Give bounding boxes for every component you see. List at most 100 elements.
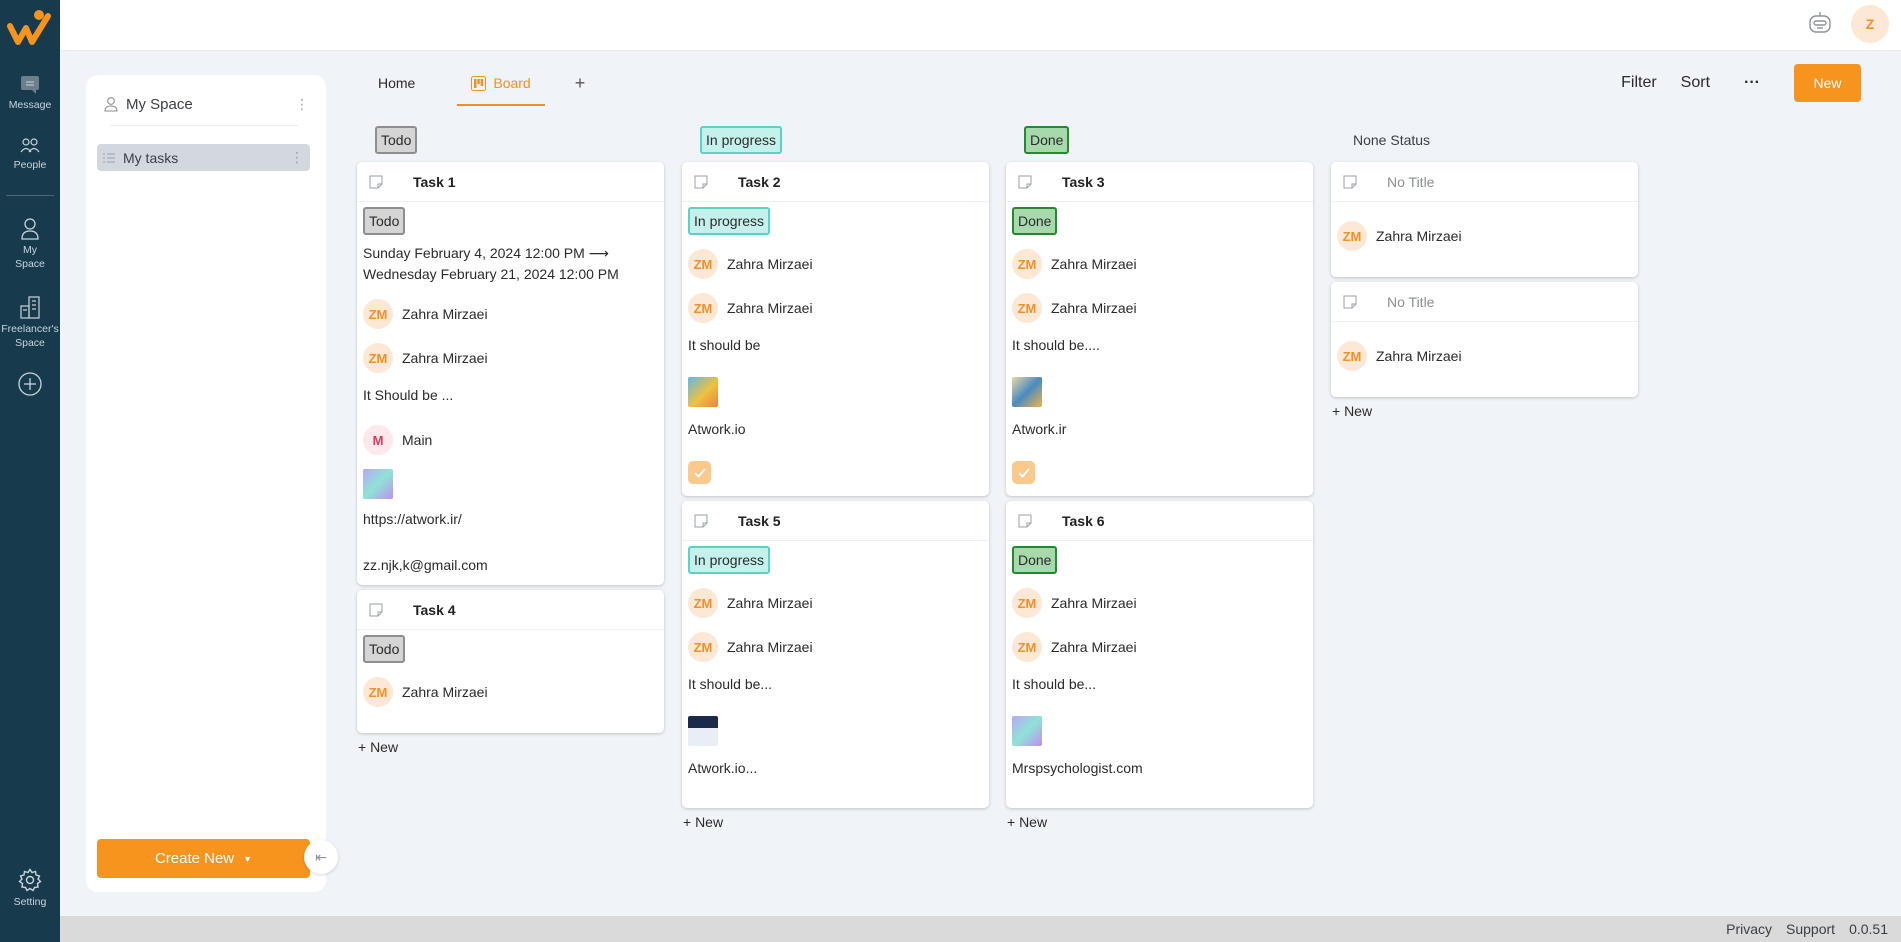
avatar: ZM xyxy=(1012,249,1042,279)
collapse-panel-button[interactable]: ⇤ xyxy=(304,840,338,874)
assignee-name: Zahra Mirzaei xyxy=(1051,639,1137,655)
card-header: No Title xyxy=(1331,162,1638,202)
support-link[interactable]: Support xyxy=(1786,921,1835,937)
kebab-menu-icon[interactable]: ⋮ xyxy=(290,147,304,167)
card-link[interactable]: Atwork.io... xyxy=(688,760,983,776)
rail-label: Freelancer's Space xyxy=(1,323,59,349)
card-link[interactable]: Mrspsychologist.com xyxy=(1012,760,1307,776)
panel-item-label: My tasks xyxy=(123,149,179,166)
checkbox-checked[interactable] xyxy=(1012,461,1035,484)
add-view-button[interactable]: + xyxy=(567,60,594,106)
assignee[interactable]: ZM Zahra Mirzaei xyxy=(1337,341,1632,371)
assignee[interactable]: ZM Zahra Mirzaei xyxy=(363,677,658,707)
task-card[interactable]: Task 1 Todo Sunday February 4, 2024 12:00 … xyxy=(357,162,664,585)
board-column: Done Task 3 Done ZM Zahra Mirzaei ZM Zahra Mir… xyxy=(1006,126,1313,830)
add-card-button[interactable]: + New xyxy=(682,814,989,830)
create-new-button[interactable]: Create New ▼ xyxy=(97,839,310,878)
user-avatar[interactable]: Z xyxy=(1851,5,1889,43)
add-card-button[interactable]: + New xyxy=(357,739,664,755)
assignee[interactable]: ZM Zahra Mirzaei xyxy=(688,293,983,323)
card-description: It should be... xyxy=(1012,676,1097,692)
assignee-name: Zahra Mirzaei xyxy=(727,256,813,272)
task-card[interactable]: No Title ZM Zahra Mirzaei xyxy=(1331,282,1638,397)
task-card[interactable]: Task 3 Done ZM Zahra Mirzaei ZM Zahra Mirzaei… xyxy=(1006,162,1313,496)
add-card-button[interactable]: + New xyxy=(1006,814,1313,830)
tab-board[interactable]: Board xyxy=(457,60,546,106)
assignee[interactable]: ZM Zahra Mirzaei xyxy=(1012,632,1307,662)
card-title: No Title xyxy=(1387,173,1435,190)
nav-rail: Message People My Space Freelancer's Spa… xyxy=(0,0,60,942)
rail-label: Message xyxy=(8,99,52,111)
tab-label: Home xyxy=(378,75,416,91)
rail-item-setting[interactable]: Setting xyxy=(0,868,60,909)
status-badge: Done xyxy=(1012,546,1058,574)
card-title: Task 1 xyxy=(413,173,456,190)
assignee[interactable]: ZM Zahra Mirzaei xyxy=(1012,588,1307,618)
rail-item-message[interactable]: Message xyxy=(0,75,60,112)
card-link[interactable]: Atwork.io xyxy=(688,421,983,437)
column-status-label: None Status xyxy=(1353,132,1431,148)
assignee[interactable]: ZM Zahra Mirzaei xyxy=(363,299,658,329)
card-header: Task 5 xyxy=(682,501,989,541)
sort-button[interactable]: Sort xyxy=(1681,74,1710,92)
column-status-label: Done xyxy=(1024,126,1070,154)
image-thumbnail[interactable] xyxy=(688,716,718,746)
rail-label: My Space xyxy=(15,244,45,270)
image-thumbnail[interactable] xyxy=(1012,377,1042,407)
column-header[interactable]: In progress xyxy=(700,126,989,154)
card-header: No Title xyxy=(1331,282,1638,322)
assignee-name: Zahra Mirzaei xyxy=(402,306,488,322)
filter-button[interactable]: Filter xyxy=(1621,74,1657,92)
column-header[interactable]: None Status xyxy=(1349,126,1638,154)
kebab-menu-icon[interactable]: ⋮ xyxy=(295,94,309,114)
assignee[interactable]: ZM Zahra Mirzaei xyxy=(363,343,658,373)
card-link[interactable]: Atwork.ir xyxy=(1012,421,1307,437)
card-body: In progress ZM Zahra Mirzaei ZM Zahra Mirzae… xyxy=(682,202,989,496)
card-description: It should be xyxy=(688,337,761,353)
tab-home[interactable]: Home xyxy=(370,60,423,106)
column-header[interactable]: Done xyxy=(1024,126,1313,154)
task-card[interactable]: No Title ZM Zahra Mirzaei xyxy=(1331,162,1638,277)
assignee-name: Zahra Mirzaei xyxy=(1051,595,1137,611)
tag[interactable]: M Main xyxy=(363,425,658,455)
image-thumbnail[interactable] xyxy=(1012,716,1042,746)
rail-label: Setting xyxy=(13,896,47,908)
image-thumbnail[interactable] xyxy=(688,377,718,407)
card-header: Task 4 xyxy=(357,590,664,630)
add-circle-icon xyxy=(18,372,42,396)
board-column: In progress Task 2 In progress ZM Zahra Mirz… xyxy=(682,126,989,830)
task-card[interactable]: Task 2 In progress ZM Zahra Mirzaei ZM Zahra … xyxy=(682,162,989,496)
more-options-icon[interactable]: ··· xyxy=(1744,74,1760,92)
note-icon xyxy=(1018,175,1032,188)
assignee[interactable]: ZM Zahra Mirzaei xyxy=(1337,221,1632,251)
rail-item-people[interactable]: People xyxy=(0,137,60,172)
assignee[interactable]: ZM Zahra Mirzaei xyxy=(688,588,983,618)
task-card[interactable]: Task 5 In progress ZM Zahra Mirzaei ZM Zahra … xyxy=(682,501,989,808)
task-card[interactable]: Task 6 Done ZM Zahra Mirzaei ZM Zahra Mirzaei… xyxy=(1006,501,1313,808)
rail-add-button[interactable] xyxy=(0,372,60,399)
assignee[interactable]: ZM Zahra Mirzaei xyxy=(688,632,983,662)
app-logo[interactable] xyxy=(6,8,54,48)
image-thumbnail[interactable] xyxy=(363,469,393,499)
new-button[interactable]: New xyxy=(1794,64,1861,102)
rail-item-freelancers-space[interactable]: Freelancer's Space xyxy=(0,295,60,350)
checkbox-checked[interactable] xyxy=(688,461,711,484)
status-badge: Todo xyxy=(363,207,406,235)
card-url[interactable]: https://atwork.ir/ xyxy=(363,511,658,527)
panel-header[interactable]: My Space ⋮ xyxy=(104,91,309,117)
robot-icon[interactable] xyxy=(1807,11,1833,35)
panel-item-my-tasks[interactable]: My tasks ⋮ xyxy=(97,144,310,171)
column-header[interactable]: Todo xyxy=(375,126,664,154)
add-card-button[interactable]: + New xyxy=(1331,403,1638,419)
privacy-link[interactable]: Privacy xyxy=(1726,921,1772,937)
board-icon xyxy=(471,75,487,91)
assignee[interactable]: ZM Zahra Mirzaei xyxy=(688,249,983,279)
task-card[interactable]: Task 4 Todo ZM Zahra Mirzaei xyxy=(357,590,664,733)
card-body: ZM Zahra Mirzaei xyxy=(1331,322,1638,397)
card-email[interactable]: zz.njk,k@gmail.com xyxy=(363,557,658,573)
rail-item-my-space[interactable]: My Space xyxy=(0,218,60,271)
assignee[interactable]: ZM Zahra Mirzaei xyxy=(1012,293,1307,323)
assignee[interactable]: ZM Zahra Mirzaei xyxy=(1012,249,1307,279)
caret-down-icon: ▼ xyxy=(243,853,253,864)
building-icon xyxy=(20,296,40,319)
